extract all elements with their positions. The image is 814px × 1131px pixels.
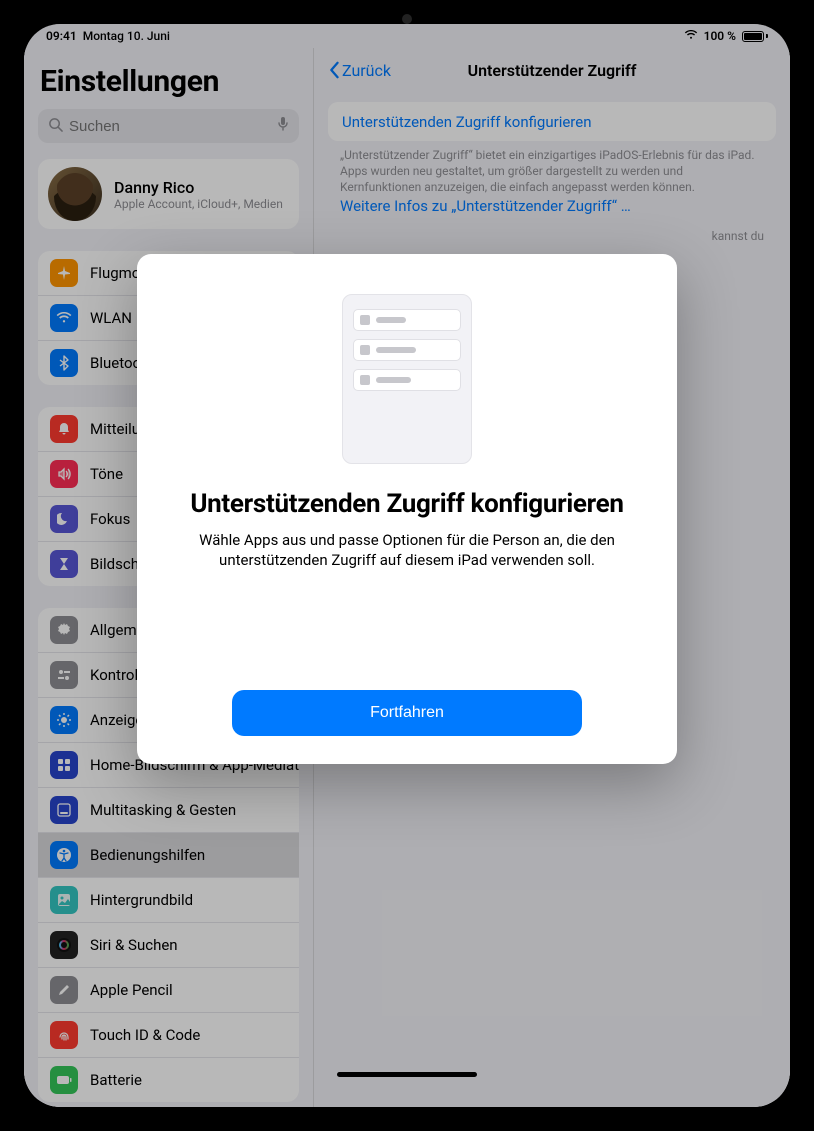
touchid-icon	[50, 1021, 78, 1049]
sidebar-item-label: Touch ID & Code	[90, 1026, 200, 1044]
sidebar-item-bedienungshilfen[interactable]: Bedienungshilfen	[38, 833, 299, 878]
airplane-icon	[50, 259, 78, 287]
sidebar-item-label: WLAN	[90, 309, 132, 327]
gear-icon	[50, 616, 78, 644]
avatar	[48, 167, 102, 221]
sidebar-item-batterie[interactable]: Batterie	[38, 1058, 299, 1102]
wifi-icon	[50, 304, 78, 332]
status-time: 09:41	[46, 29, 77, 43]
accessibility-icon	[50, 841, 78, 869]
modal-illustration	[342, 294, 472, 464]
bluetooth-icon	[50, 349, 78, 377]
mic-icon[interactable]	[277, 116, 289, 136]
siri-icon	[50, 931, 78, 959]
sidebar-item-label: Batterie	[90, 1071, 142, 1089]
account-name: Danny Rico	[114, 178, 283, 197]
sidebar-item-siri-suchen[interactable]: Siri & Suchen	[38, 923, 299, 968]
wallpaper-icon	[50, 886, 78, 914]
modal-title: Unterstützenden Zugriff konfigurieren	[177, 490, 637, 520]
detail-description: „Unterstützender Zugriff“ bietet ein ein…	[328, 141, 776, 216]
back-label: Zurück	[342, 61, 391, 80]
front-camera	[402, 14, 412, 24]
sidebar-item-label: Bedienungshilfen	[90, 846, 205, 864]
configure-link: Unterstützenden Zugriff konfigurieren	[342, 113, 592, 131]
sidebar-item-touch-id-code[interactable]: Touch ID & Code	[38, 1013, 299, 1058]
configure-card[interactable]: Unterstützenden Zugriff konfigurieren	[328, 102, 776, 141]
status-date: Montag 10. Juni	[83, 29, 170, 43]
sidebar-item-label: Siri & Suchen	[90, 936, 178, 954]
sidebar-title: Einstellungen	[40, 64, 299, 99]
sidebar-item-label: Töne	[90, 465, 123, 483]
search-input[interactable]	[69, 118, 271, 135]
ipad-frame: 09:41 Montag 10. Juni 100 % Einstellunge…	[0, 0, 814, 1131]
grid-icon	[50, 751, 78, 779]
screen: 09:41 Montag 10. Juni 100 % Einstellunge…	[24, 24, 790, 1107]
home-indicator[interactable]	[337, 1072, 477, 1077]
modal-body: Wähle Apps aus und passe Optionen für di…	[177, 530, 637, 571]
battery-icon	[50, 1066, 78, 1094]
sun-icon	[50, 706, 78, 734]
account-row[interactable]: Danny Rico Apple Account, iCloud+, Medie…	[38, 159, 299, 229]
battery-percent: 100 %	[704, 29, 736, 43]
detail-title: Unterstützender Zugriff	[328, 61, 776, 80]
search-icon	[48, 117, 63, 136]
back-button[interactable]: Zurück	[328, 61, 391, 80]
battery-icon	[742, 31, 768, 42]
search-field[interactable]	[38, 109, 299, 143]
wifi-icon	[684, 29, 698, 43]
sidebar-item-label: Apple Pencil	[90, 981, 173, 999]
config-modal: Unterstützenden Zugriff konfigurieren Wä…	[137, 254, 677, 764]
speaker-icon	[50, 460, 78, 488]
continue-button[interactable]: Fortfahren	[232, 690, 582, 736]
more-info-link[interactable]: Weitere Infos zu „Unterstützender Zugrif…	[340, 196, 764, 216]
sidebar-item-apple-pencil[interactable]: Apple Pencil	[38, 968, 299, 1013]
detail-extra-text: kannst du	[328, 216, 776, 244]
switches-icon	[50, 661, 78, 689]
bell-icon	[50, 415, 78, 443]
pencil-icon	[50, 976, 78, 1004]
account-subtitle: Apple Account, iCloud+, Medien	[114, 197, 283, 211]
hourglass-icon	[50, 550, 78, 578]
status-bar: 09:41 Montag 10. Juni 100 %	[24, 24, 790, 48]
sidebar-item-label: Multitasking & Gesten	[90, 801, 236, 819]
sidebar-item-multitasking-gesten[interactable]: Multitasking & Gesten	[38, 788, 299, 833]
moon-icon	[50, 505, 78, 533]
dock-icon	[50, 796, 78, 824]
sidebar-item-label: Hintergrundbild	[90, 891, 193, 909]
sidebar-item-hintergrundbild[interactable]: Hintergrundbild	[38, 878, 299, 923]
sidebar-item-label: Fokus	[90, 510, 130, 528]
